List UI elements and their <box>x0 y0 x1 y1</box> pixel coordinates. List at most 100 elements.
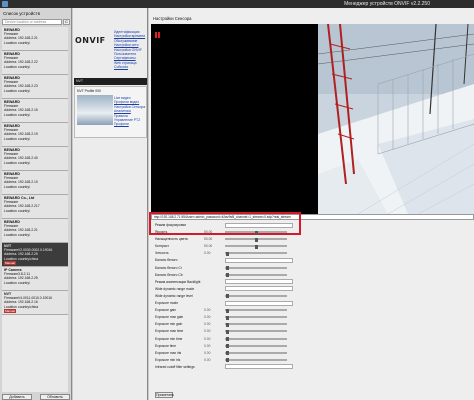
add-device-button[interactable]: Добавить <box>2 394 32 400</box>
param-row: Контраст 50.00 <box>151 243 471 250</box>
param-select[interactable] <box>225 364 293 370</box>
param-row: Exposure gain 0.00 <box>151 307 471 314</box>
device-list-item[interactable]: BEWARD Co., Ltd Firmware Address 192.168.2.… <box>2 195 68 219</box>
param-label: Infrared cutoff filter settings <box>155 364 195 369</box>
param-row: Exposure time 0.00 <box>151 343 471 350</box>
location-key: Location <box>4 112 17 117</box>
device-list-item[interactable]: BEWARD Firmware Address 192.168.2.10 Locatio… <box>2 171 68 195</box>
slider-knob[interactable] <box>226 308 229 313</box>
param-slider[interactable] <box>225 322 287 327</box>
profile-thumbnail[interactable] <box>77 95 113 125</box>
manual-button[interactable]: Manual <box>4 308 16 314</box>
param-label: Exposure min time <box>155 336 183 341</box>
device-list-item[interactable]: BEWARD Firmware Address 192.168.2.21 Locatio… <box>2 219 68 243</box>
refresh-button[interactable]: Обновить <box>40 394 70 400</box>
location-key: Location <box>4 64 17 69</box>
slider-knob[interactable] <box>226 351 229 356</box>
slider-knob[interactable] <box>226 329 229 334</box>
location-key: Location <box>4 184 17 189</box>
location-key: Location <box>4 40 17 45</box>
param-row: Exposure max iris 0.00 <box>151 350 471 357</box>
param-label: Насыщенность цвета <box>155 237 188 242</box>
slider-knob[interactable] <box>226 344 229 349</box>
device-list-item[interactable]: BEWARD Firmware Address 192.168.2.22 Locatio… <box>2 51 68 75</box>
menu-link[interactable]: События <box>114 65 148 69</box>
apply-button[interactable]: Применить <box>155 392 174 398</box>
param-slider[interactable] <box>225 294 287 299</box>
camera-image <box>318 24 474 214</box>
device-list-item[interactable]: BEWARD Firmware Address 192.168.2.21 Locatio… <box>2 27 68 51</box>
window-title: Менеджер устройств ONVIF v2.2.250 <box>344 1 430 7</box>
param-select[interactable] <box>225 279 293 285</box>
param-row: Exposure max time 0.00 <box>151 328 471 335</box>
param-row: Exposure min gain 0.00 <box>151 321 471 328</box>
slider-knob[interactable] <box>226 251 229 256</box>
slider-knob[interactable] <box>226 294 229 299</box>
device-list-item[interactable]: BEWARD Firmware Address 192.168.2.19 Locatio… <box>2 123 68 147</box>
param-row: Режим компенсации Backlight <box>151 279 471 286</box>
param-slider[interactable] <box>225 358 287 363</box>
param-slider[interactable] <box>225 251 287 256</box>
search-input[interactable]: Device location or address <box>2 19 62 25</box>
param-slider[interactable] <box>225 273 287 278</box>
param-slider[interactable] <box>225 344 287 349</box>
device-list-item[interactable]: NVT FirmwareV4.0011.0010.0.19016 Address 19… <box>2 291 68 315</box>
param-label: Exposure max gain <box>155 315 184 320</box>
location-value: country/ <box>18 232 31 237</box>
param-label: Exposure max time <box>155 329 184 334</box>
param-value: 0.00 <box>204 357 211 362</box>
pause-icon[interactable] <box>155 32 160 38</box>
param-slider[interactable] <box>225 230 287 235</box>
param-slider[interactable] <box>225 237 287 242</box>
slider-knob[interactable] <box>226 273 229 278</box>
slider-knob[interactable] <box>255 244 258 249</box>
slider-knob[interactable] <box>226 266 229 271</box>
param-select[interactable] <box>225 257 293 263</box>
location-value: country/ <box>18 208 31 213</box>
param-value: 0.00 <box>204 308 211 313</box>
param-slider[interactable] <box>225 266 287 271</box>
location-key: Location <box>4 160 17 165</box>
slider-knob[interactable] <box>226 337 229 341</box>
param-select[interactable] <box>225 222 293 228</box>
device-list-item[interactable]: IP Camera Firmware3.8.2.11 Address 192.168.… <box>2 267 68 291</box>
device-list[interactable]: BEWARD Firmware Address 192.168.2.21 Locatio… <box>2 27 68 392</box>
clear-search-button[interactable]: C <box>63 19 70 25</box>
param-slider[interactable] <box>225 308 287 313</box>
param-label: Exposure gain <box>155 308 177 313</box>
device-list-item[interactable]: BEWARD Firmware Address 192.168.2.23 Locatio… <box>2 75 68 99</box>
slider-knob[interactable] <box>226 322 229 327</box>
param-slider[interactable] <box>225 244 287 249</box>
param-select[interactable] <box>225 300 293 306</box>
location-value: country/ <box>18 88 31 93</box>
location-value: country/china <box>18 256 39 261</box>
slider-knob[interactable] <box>226 315 229 320</box>
device-list-item[interactable]: BEWARD Firmware Address 192.168.2.40 Locatio… <box>2 147 68 171</box>
param-row: Exposure mode <box>151 300 471 307</box>
param-row: Насыщенность цвета 50.00 <box>151 236 471 243</box>
param-slider[interactable] <box>225 351 287 356</box>
manual-button[interactable]: Manual <box>4 260 16 266</box>
profile-menu-link[interactable]: Профили <box>114 122 148 126</box>
param-label: Exposure time <box>155 343 177 348</box>
slider-knob[interactable] <box>255 237 258 242</box>
slider-knob[interactable] <box>226 358 229 363</box>
param-row: Яркость 50.00 <box>151 229 471 236</box>
profile-caption: NVT Profile 000 <box>77 89 101 93</box>
device-list-item[interactable]: NVT FirmwareV2.0030.0002.0.19016 Address 19… <box>2 243 68 267</box>
param-slider[interactable] <box>225 315 287 320</box>
param-label: Яркость <box>155 230 168 235</box>
param-row: Exposure min iris 0.00 <box>151 357 471 364</box>
device-list-title: Список устройств <box>3 11 40 16</box>
slider-knob[interactable] <box>255 230 258 235</box>
location-value: country/ <box>18 280 31 285</box>
param-select[interactable] <box>225 286 293 292</box>
param-slider[interactable] <box>225 337 287 341</box>
param-slider[interactable] <box>225 329 287 334</box>
param-value: 0.00 <box>204 251 211 256</box>
param-row: Wide dynamic range mode <box>151 286 471 293</box>
location-key: Location <box>4 88 17 93</box>
param-label: Режим фокусировки <box>155 223 186 227</box>
sensor-settings-panel: Настройки Сенсора rtsp://192.168.2.71:55… <box>149 8 474 400</box>
device-list-item[interactable]: BEWARD Firmware Address 192.168.2.15 Locatio… <box>2 99 68 123</box>
